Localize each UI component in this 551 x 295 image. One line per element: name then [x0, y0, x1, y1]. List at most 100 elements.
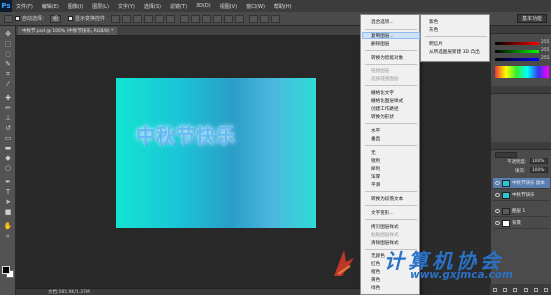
menu-edit[interactable]: 编辑(E) — [42, 3, 59, 10]
blue-value[interactable]: 255 — [541, 56, 550, 61]
ctx-rasterize-style[interactable]: 栅格化图层样式 — [371, 98, 403, 104]
hand-tool-icon[interactable]: ✋ — [3, 222, 13, 230]
trash-icon[interactable] — [543, 287, 548, 292]
ctx-paste-layer-style[interactable]: 粘贴图层样式 — [371, 232, 399, 238]
ctx-color-none[interactable]: 无颜色 — [371, 253, 385, 259]
eye-icon[interactable] — [495, 209, 500, 213]
blue-slider[interactable] — [495, 58, 539, 61]
sub-violet[interactable]: 紫色 — [429, 19, 438, 25]
ctx-convert-paragraph[interactable]: 转换为段落文本 — [371, 196, 403, 202]
menu-help[interactable]: 帮助(H) — [274, 3, 292, 10]
3d-mode-roll-button[interactable] — [260, 14, 270, 23]
pen-tool-icon[interactable]: ✒ — [3, 178, 13, 186]
ctx-horizontal[interactable]: 水平 — [371, 128, 380, 134]
menu-image[interactable]: 图像(I) — [68, 3, 83, 10]
align-left-button[interactable] — [144, 14, 154, 23]
sub-gray[interactable]: 灰色 — [429, 27, 438, 33]
align-center-button[interactable] — [155, 14, 165, 23]
auto-select-checkbox[interactable] — [15, 16, 20, 21]
align-top-button[interactable] — [111, 14, 121, 23]
distribute-right-button[interactable] — [235, 14, 245, 23]
align-middle-button[interactable] — [122, 14, 132, 23]
menu-view[interactable]: 视图(V) — [220, 3, 237, 10]
green-slider[interactable] — [495, 50, 539, 53]
gradient-tool-icon[interactable]: ▬ — [3, 144, 13, 152]
ctx-convert-to-shape[interactable]: 转换为形状 — [371, 114, 394, 120]
red-slider[interactable] — [495, 42, 539, 45]
foreground-color-swatch[interactable] — [2, 266, 10, 274]
red-value[interactable]: 255 — [541, 40, 550, 45]
ctx-color-green[interactable]: 绿色 — [371, 285, 380, 291]
menu-type[interactable]: 文字(Y) — [118, 3, 135, 10]
distribute-top-button[interactable] — [180, 14, 190, 23]
fill-field[interactable]: 100% — [530, 167, 548, 173]
move-tool-preset[interactable] — [4, 14, 13, 23]
ctx-vertical[interactable]: 垂直 — [371, 136, 380, 142]
opacity-field[interactable]: 100% — [530, 158, 548, 164]
ctx-color-orange[interactable]: 橙色 — [371, 269, 380, 275]
ctx-color-yellow[interactable]: 黄色 — [371, 277, 380, 283]
quick-select-tool-icon[interactable]: ✎ — [3, 60, 13, 68]
layer-row[interactable]: 中秋节快乐 — [493, 190, 550, 201]
folder-icon[interactable] — [523, 287, 528, 292]
eyedropper-tool-icon[interactable]: ⁄ — [3, 80, 13, 88]
ctx-warp-text[interactable]: 文字变形... — [371, 210, 394, 216]
ctx-create-work-path[interactable]: 创建工作路径 — [371, 106, 399, 112]
layer-row[interactable]: 中秋节快乐 副本 — [493, 178, 550, 189]
healing-brush-tool-icon[interactable]: ✚ — [3, 94, 13, 102]
lasso-tool-icon[interactable]: ◌ — [3, 50, 13, 58]
sub-new-3d-extrusion[interactable]: 从所选图层新建 3D 凸出 — [429, 49, 480, 55]
3d-mode-drag-button[interactable] — [271, 14, 281, 23]
type-tool-icon[interactable]: T — [3, 188, 13, 196]
menu-select[interactable]: 选择(S) — [144, 3, 161, 10]
workspace-switcher[interactable]: 基本功能 — [517, 14, 547, 23]
3d-mode-rotate-button[interactable] — [249, 14, 259, 23]
dodge-tool-icon[interactable]: ○ — [3, 164, 13, 172]
eye-icon[interactable] — [495, 181, 500, 185]
align-right-button[interactable] — [166, 14, 176, 23]
ctx-color-red[interactable]: 红色 — [371, 261, 380, 267]
layers-panel-header[interactable] — [491, 142, 551, 150]
eye-icon[interactable] — [495, 193, 500, 197]
ctx-convert-smart-object[interactable]: 转换为智能对象 — [371, 55, 403, 61]
green-value[interactable]: 255 — [541, 48, 550, 53]
ctx-copy-layer-style[interactable]: 拷贝图层样式 — [371, 224, 399, 230]
zoom-tool-icon[interactable]: ⌕ — [3, 232, 13, 240]
ctx-aa-crisp[interactable]: 犀利 — [371, 166, 380, 172]
distribute-middle-button[interactable] — [191, 14, 201, 23]
color-panel-header[interactable] — [491, 26, 551, 34]
distribute-left-button[interactable] — [213, 14, 223, 23]
path-selection-tool-icon[interactable]: ➤ — [3, 198, 13, 206]
document-canvas[interactable] — [116, 78, 316, 228]
show-transform-checkbox[interactable] — [68, 16, 74, 21]
color-spectrum[interactable] — [495, 66, 549, 78]
fx-icon[interactable] — [503, 287, 508, 292]
ctx-duplicate-layer[interactable]: 复制图层... — [371, 33, 394, 39]
document-tab[interactable]: 中秋节.psd @ 100% (中秋节快乐, RGB/8) * — [18, 27, 118, 35]
menu-3d[interactable]: 3D(D) — [196, 3, 211, 9]
sub-postcard[interactable]: 明信片 — [429, 41, 443, 47]
crop-tool-icon[interactable]: ⌗ — [3, 70, 13, 78]
ctx-aa-strong[interactable]: 浑厚 — [371, 174, 380, 180]
document-info[interactable]: 文档:585.9K/1.37M — [48, 289, 90, 295]
layer-row[interactable]: 背景 — [493, 218, 550, 229]
clone-stamp-tool-icon[interactable]: ⊥ — [3, 114, 13, 122]
adjustments-panel-header[interactable] — [491, 86, 551, 94]
new-layer-icon[interactable] — [533, 287, 538, 292]
brush-tool-icon[interactable]: ✏ — [3, 104, 13, 112]
mask-icon[interactable] — [513, 287, 518, 292]
move-tool-icon[interactable]: ✥ — [3, 30, 13, 38]
ctx-aa-smooth[interactable]: 平滑 — [371, 182, 380, 188]
distribute-bottom-button[interactable] — [202, 14, 212, 23]
rectangle-tool-icon[interactable]: ■ — [3, 208, 13, 216]
menu-window[interactable]: 窗口(W) — [246, 3, 265, 10]
menu-layer[interactable]: 图层(L) — [92, 3, 109, 10]
distribute-center-button[interactable] — [224, 14, 234, 23]
menu-filter[interactable]: 滤镜(T) — [170, 3, 187, 10]
blend-mode-dropdown[interactable] — [495, 152, 517, 158]
ctx-select-linked[interactable]: 选择链接图层 — [371, 76, 399, 82]
ctx-blending-options[interactable]: 混合选项... — [371, 19, 394, 25]
layer-row[interactable]: 图层 1 — [493, 206, 550, 217]
ctx-aa-none[interactable]: 无 — [371, 150, 376, 156]
auto-select-dropdown[interactable]: 组 — [50, 14, 62, 23]
